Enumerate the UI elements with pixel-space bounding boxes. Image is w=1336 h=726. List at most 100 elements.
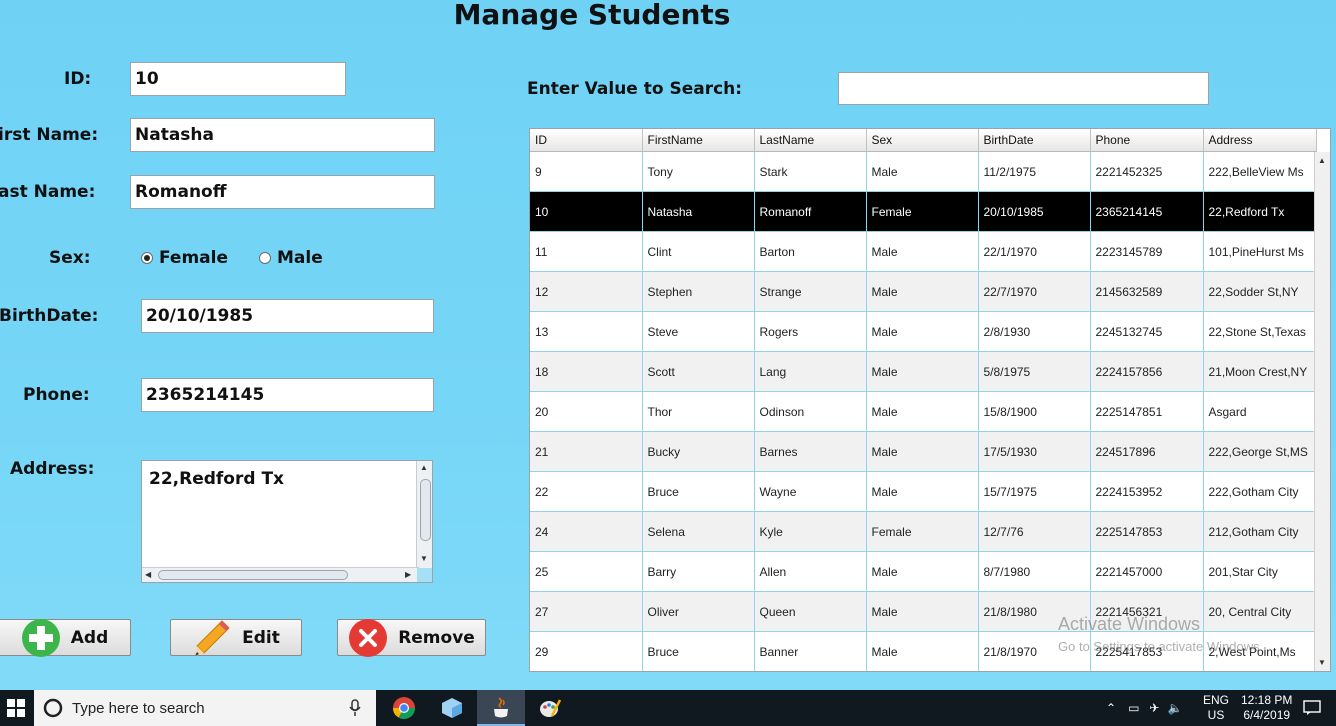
app-taskbar-icon[interactable]	[428, 690, 476, 726]
first-name-field[interactable]: Natasha	[130, 118, 435, 152]
table-cell-sex[interactable]: Male	[866, 551, 979, 592]
table-cell-id[interactable]: 24	[530, 511, 643, 552]
table-row[interactable]: 20 Thor Odinson Male 15/8/1900 2225147851 Asga…	[530, 391, 1317, 432]
table-cell-lastname[interactable]: Romanoff	[754, 191, 867, 232]
table-cell-id[interactable]: 11	[530, 231, 643, 272]
show-hidden-icons-chevron-icon[interactable]: ⌃	[1106, 701, 1116, 715]
table-cell-address[interactable]: 212,Gotham City	[1203, 511, 1317, 552]
table-cell-phone[interactable]: 2225147851	[1090, 391, 1204, 432]
address-horizontal-scrollbar[interactable]: ◀ ▶	[142, 567, 419, 582]
students-table[interactable]: ID FirstName LastName Sex BirthDate Phon…	[529, 128, 1331, 672]
table-cell-sex[interactable]: Male	[866, 311, 979, 352]
column-header-birthdate[interactable]: BirthDate	[978, 129, 1091, 152]
table-cell-lastname[interactable]: Allen	[754, 551, 867, 592]
table-cell-sex[interactable]: Female	[866, 511, 979, 552]
java-taskbar-icon[interactable]	[477, 690, 525, 726]
scroll-down-icon[interactable]: ▼	[420, 555, 428, 563]
table-cell-address[interactable]: 22,Redford Tx	[1203, 191, 1317, 232]
table-row[interactable]: 9 Tony Stark Male 11/2/1975 2221452325 222,Bel…	[530, 151, 1317, 192]
column-header-phone[interactable]: Phone	[1090, 129, 1204, 152]
table-cell-lastname[interactable]: Rogers	[754, 311, 867, 352]
table-cell-phone[interactable]: 2221452325	[1090, 151, 1204, 192]
table-row[interactable]: 24 Selena Kyle Female 12/7/76 2225147853 212,G…	[530, 511, 1317, 552]
table-cell-firstname[interactable]: Natasha	[642, 191, 755, 232]
table-cell-id[interactable]: 18	[530, 351, 643, 392]
last-name-field[interactable]: Romanoff	[130, 175, 435, 209]
table-cell-id[interactable]: 27	[530, 591, 643, 632]
birthdate-field[interactable]: 20/10/1985	[141, 299, 434, 333]
table-cell-sex[interactable]: Male	[866, 351, 979, 392]
table-cell-birthdate[interactable]: 5/8/1975	[978, 351, 1091, 392]
address-textarea[interactable]: 22,Redford Tx ▲ ▼ ◀ ▶	[141, 460, 433, 583]
table-cell-sex[interactable]: Male	[866, 631, 979, 671]
column-header-lastname[interactable]: LastName	[754, 129, 867, 152]
table-cell-sex[interactable]: Male	[866, 431, 979, 472]
id-field[interactable]: 10	[130, 62, 346, 96]
table-scroll-down-icon[interactable]: ▼	[1318, 659, 1326, 667]
table-cell-firstname[interactable]: Selena	[642, 511, 755, 552]
table-cell-address[interactable]: 222,George St,MS	[1203, 431, 1317, 472]
table-cell-address[interactable]: 201,Star City	[1203, 551, 1317, 592]
search-input[interactable]	[838, 72, 1209, 105]
table-cell-firstname[interactable]: Oliver	[642, 591, 755, 632]
table-cell-id[interactable]: 10	[530, 191, 643, 232]
table-cell-id[interactable]: 29	[530, 631, 643, 671]
table-cell-birthdate[interactable]: 15/8/1900	[978, 391, 1091, 432]
table-cell-sex[interactable]: Female	[866, 191, 979, 232]
sex-radio-female[interactable]: Female	[141, 248, 228, 268]
table-cell-firstname[interactable]: Clint	[642, 231, 755, 272]
address-vertical-scrollbar[interactable]: ▲ ▼	[416, 461, 432, 569]
table-cell-lastname[interactable]: Odinson	[754, 391, 867, 432]
table-cell-firstname[interactable]: Scott	[642, 351, 755, 392]
table-cell-birthdate[interactable]: 22/1/1970	[978, 231, 1091, 272]
scroll-left-icon[interactable]: ◀	[145, 571, 151, 579]
column-header-sex[interactable]: Sex	[866, 129, 979, 152]
table-row[interactable]: 21 Bucky Barnes Male 17/5/1930 224517896 222,G…	[530, 431, 1317, 472]
table-cell-lastname[interactable]: Banner	[754, 631, 867, 671]
table-cell-firstname[interactable]: Stephen	[642, 271, 755, 312]
column-header-id[interactable]: ID	[530, 129, 643, 152]
scroll-up-icon[interactable]: ▲	[420, 464, 428, 472]
taskbar-search-box[interactable]: Type here to search	[34, 690, 376, 726]
table-cell-phone[interactable]: 2145632589	[1090, 271, 1204, 312]
table-cell-address[interactable]: 21,Moon Crest,NY	[1203, 351, 1317, 392]
table-cell-lastname[interactable]: Strange	[754, 271, 867, 312]
table-cell-lastname[interactable]: Barnes	[754, 431, 867, 472]
language-indicator[interactable]: ENG US	[1203, 690, 1229, 726]
table-cell-address[interactable]: 222,Gotham City	[1203, 471, 1317, 512]
table-cell-id[interactable]: 21	[530, 431, 643, 472]
table-cell-firstname[interactable]: Barry	[642, 551, 755, 592]
table-cell-phone[interactable]: 2223145789	[1090, 231, 1204, 272]
table-cell-sex[interactable]: Male	[866, 271, 979, 312]
paint-taskbar-icon[interactable]	[526, 690, 574, 726]
table-cell-firstname[interactable]: Bruce	[642, 471, 755, 512]
table-cell-phone[interactable]: 2365214145	[1090, 191, 1204, 232]
table-row[interactable]: 25 Barry Allen Male 8/7/1980 2221457000 201,St…	[530, 551, 1317, 592]
table-row[interactable]: 12 Stephen Strange Male 22/7/1970 2145632589 2…	[530, 271, 1317, 312]
table-cell-birthdate[interactable]: 2/8/1930	[978, 311, 1091, 352]
network-icon[interactable]: ✈	[1149, 701, 1159, 715]
table-cell-sex[interactable]: Male	[866, 151, 979, 192]
table-cell-firstname[interactable]: Thor	[642, 391, 755, 432]
table-cell-birthdate[interactable]: 11/2/1975	[978, 151, 1091, 192]
phone-field[interactable]: 2365214145	[141, 378, 434, 412]
table-cell-birthdate[interactable]: 20/10/1985	[978, 191, 1091, 232]
table-cell-lastname[interactable]: Queen	[754, 591, 867, 632]
edit-button[interactable]: Edit	[170, 619, 302, 656]
column-header-address[interactable]: Address	[1203, 129, 1317, 152]
table-cell-phone[interactable]: 2224157856	[1090, 351, 1204, 392]
table-cell-birthdate[interactable]: 22/7/1970	[978, 271, 1091, 312]
table-cell-lastname[interactable]: Stark	[754, 151, 867, 192]
table-cell-birthdate[interactable]: 17/5/1930	[978, 431, 1091, 472]
remove-button[interactable]: Remove	[337, 618, 486, 657]
table-cell-sex[interactable]: Male	[866, 231, 979, 272]
scroll-thumb-horizontal[interactable]	[158, 570, 348, 580]
table-row[interactable]: 18 Scott Lang Male 5/8/1975 2224157856 21,Moon…	[530, 351, 1317, 392]
sex-radio-male[interactable]: Male	[259, 248, 323, 268]
table-cell-phone[interactable]: 2224153952	[1090, 471, 1204, 512]
table-row[interactable]: 22 Bruce Wayne Male 15/7/1975 2224153952 222,G…	[530, 471, 1317, 512]
table-cell-firstname[interactable]: Steve	[642, 311, 755, 352]
scroll-right-icon[interactable]: ▶	[405, 571, 411, 579]
chrome-taskbar-icon[interactable]	[380, 690, 428, 726]
table-cell-birthdate[interactable]: 15/7/1975	[978, 471, 1091, 512]
